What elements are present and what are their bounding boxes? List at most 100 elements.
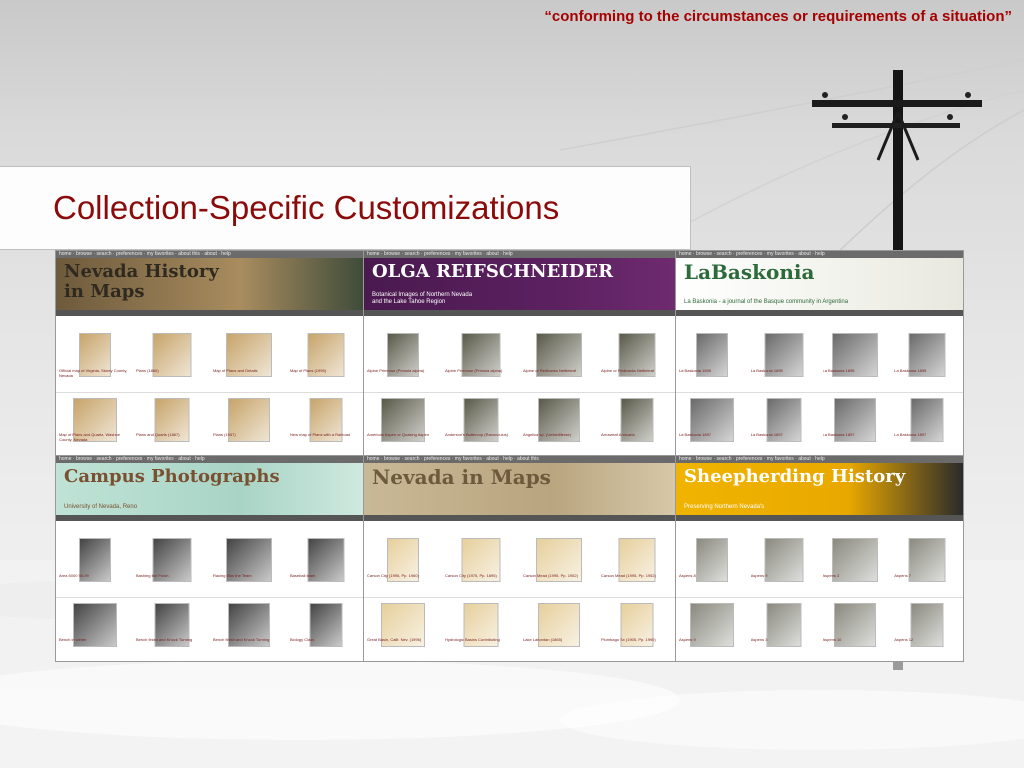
result-caption[interactable]: Angelica sp. (Umbelliferae) [523,432,595,442]
result-caption[interactable]: Bench finish and Knock Turning [213,637,284,647]
result-caption[interactable]: Plumbago Sx (1905, Pp. 1990) [601,637,673,647]
result-item[interactable]: Aspens 3 [820,532,892,597]
result-item[interactable]: La Baskonia 1897 [891,392,963,457]
result-item[interactable]: La Baskonia 1895 [820,327,892,392]
result-caption[interactable]: Plans and Quarts (1867) [136,432,207,442]
result-caption[interactable]: Alpine Primrose (Primula alpina) [445,368,517,378]
result-caption[interactable]: Aspens 3 [823,573,889,583]
result-item[interactable]: Aspens 9 [676,597,748,662]
screenshot-nevada-history-in-maps: home · browse · search · preferences · m… [55,250,365,457]
result-item[interactable]: Alpine or Redbanks Nettleleaf [598,327,676,392]
result-item[interactable]: Biology Class [287,597,364,662]
result-caption[interactable]: La Baskonia 1895 [894,368,960,378]
result-caption[interactable]: Biology Class [290,637,361,647]
result-caption[interactable]: La Baskonia 1897 [751,432,817,442]
result-caption[interactable]: Official map of Virginia, Storey County,… [59,368,130,378]
result-item[interactable]: Alpine Primrose (Primula alpina) [442,327,520,392]
result-item[interactable]: Aspens 8 [676,532,748,597]
result-caption[interactable]: Plans (1957) [213,432,284,442]
result-item[interactable]: La Baskonia 1895 [676,327,748,392]
result-item[interactable]: Lake Lahontan (1865) [520,597,598,662]
result-caption[interactable]: Map of Plans (1995) [290,368,361,378]
result-caption[interactable]: Aspens 9 [679,637,745,647]
result-item[interactable]: Plans (1957) [210,392,287,457]
result-item[interactable]: Plans (1866) [133,327,210,392]
result-item[interactable]: Baseball team [287,532,364,597]
result-caption[interactable]: Alpine or Redbanks Nettleleaf [523,368,595,378]
result-caption[interactable]: Racing Elks the Team [213,573,284,583]
result-item[interactable]: Racing Elks the Team [210,532,287,597]
result-item[interactable]: Aspens 12 [891,597,963,662]
result-item[interactable]: Hydrologic Basins Contributing [442,597,520,662]
result-caption[interactable]: La Baskonia 1897 [679,432,745,442]
result-item[interactable]: Bench finish and Knock Turning [133,597,210,662]
result-caption[interactable]: Carson Mead (1995, Pp. 1952) [601,573,673,583]
result-item[interactable]: Aspens 3 [748,597,820,662]
result-caption[interactable]: Alpine Primrose (Primula alpina) [367,368,439,378]
result-caption[interactable]: Area 5000 95-99 [59,573,130,583]
result-caption[interactable]: Alpine or Redbanks Nettleleaf [601,368,673,378]
result-item[interactable]: Arrowleaf Arnicaria [598,392,676,457]
result-caption[interactable]: La Baskonia 1897 [894,432,960,442]
result-item[interactable]: American Aspen or Quaking Aspen [364,392,442,457]
result-item[interactable]: Aspens 9 [748,532,820,597]
result-item[interactable]: Plans and Quarts (1867) [133,392,210,457]
result-item[interactable]: Carson Mead (1995, Pp. 1952) [520,532,598,597]
result-caption[interactable]: Bench in winter [59,637,130,647]
result-item[interactable]: Aspens 7 [891,532,963,597]
result-caption[interactable]: Lake Lahontan (1865) [523,637,595,647]
result-caption[interactable]: Aspens 3 [751,637,817,647]
result-caption[interactable]: Aspens 12 [894,637,960,647]
result-caption[interactable]: La Baskonia 1895 [823,368,889,378]
result-caption[interactable]: Great Basin, Calif. Nev. (1996) [367,637,439,647]
result-caption[interactable]: Anderson's Buttercup (Ranunculus) [445,432,517,442]
result-caption[interactable]: Map of Plans and Details [213,368,284,378]
result-item[interactable]: Bashing the Frosh [133,532,210,597]
result-caption[interactable]: Hydrologic Basins Contributing [445,637,517,647]
result-caption[interactable]: Carson City (1975, Pp. 1895) [445,573,517,583]
result-item[interactable]: Aspens 10 [820,597,892,662]
result-item[interactable]: Alpine Primrose (Primula alpina) [364,327,442,392]
result-caption[interactable]: Arrowleaf Arnicaria [601,432,673,442]
result-item[interactable]: La Baskonia 1897 [676,392,748,457]
result-item[interactable]: Area 5000 95-99 [56,532,133,597]
result-item[interactable]: Carson City (1995, Pp. 1960) [364,532,442,597]
result-item[interactable]: La Baskonia 1895 [891,327,963,392]
result-caption[interactable]: La Baskonia 1897 [823,432,889,442]
result-item[interactable]: La Baskonia 1895 [748,327,820,392]
result-caption[interactable]: Plans (1866) [136,368,207,378]
result-item[interactable]: Carson Mead (1995, Pp. 1952) [598,532,676,597]
result-item[interactable]: La Baskonia 1897 [748,392,820,457]
result-item[interactable]: Anderson's Buttercup (Ranunculus) [442,392,520,457]
result-caption[interactable]: La Baskonia 1895 [751,368,817,378]
result-caption[interactable]: La Baskonia 1895 [679,368,745,378]
result-caption[interactable]: Aspens 8 [679,573,745,583]
result-item[interactable]: Bench in winter [56,597,133,662]
result-item[interactable]: Great Basin, Calif. Nev. (1996) [364,597,442,662]
result-caption[interactable]: Carson Mead (1995, Pp. 1952) [523,573,595,583]
result-caption[interactable]: American Aspen or Quaking Aspen [367,432,439,442]
result-caption[interactable]: Bench finish and Knock Turning [136,637,207,647]
result-item[interactable]: Alpine or Redbanks Nettleleaf [520,327,598,392]
result-item[interactable]: Official map of Virginia, Storey County,… [56,327,133,392]
result-item[interactable]: Plumbago Sx (1905, Pp. 1990) [598,597,676,662]
result-item[interactable]: Angelica sp. (Umbelliferae) [520,392,598,457]
slide-title: Collection-Specific Customizations [53,189,560,226]
result-item[interactable]: Carson City (1975, Pp. 1895) [442,532,520,597]
result-item[interactable]: Map of Plans (1995) [287,327,364,392]
results-toolbar [364,515,676,521]
result-item[interactable]: Map of Plans and Quartz, Washoe County, … [56,392,133,457]
result-caption[interactable]: Map of Plans and Quartz, Washoe County, … [59,432,130,442]
result-item[interactable]: Map of Plans and Details [210,327,287,392]
result-caption[interactable]: Carson City (1995, Pp. 1960) [367,573,439,583]
result-item[interactable]: La Baskonia 1897 [820,392,892,457]
result-caption[interactable]: Baseball team [290,573,361,583]
result-caption[interactable]: Bashing the Frosh [136,573,207,583]
result-caption[interactable]: New map of Plans with a Railroad [290,432,361,442]
result-item[interactable]: New map of Plans with a Railroad [287,392,364,457]
result-caption[interactable]: Aspens 10 [823,637,889,647]
result-caption[interactable]: Aspens 7 [894,573,960,583]
result-item[interactable]: Bench finish and Knock Turning [210,597,287,662]
result-caption[interactable]: Aspens 9 [751,573,817,583]
title-panel: Collection-Specific Customizations [0,166,691,250]
